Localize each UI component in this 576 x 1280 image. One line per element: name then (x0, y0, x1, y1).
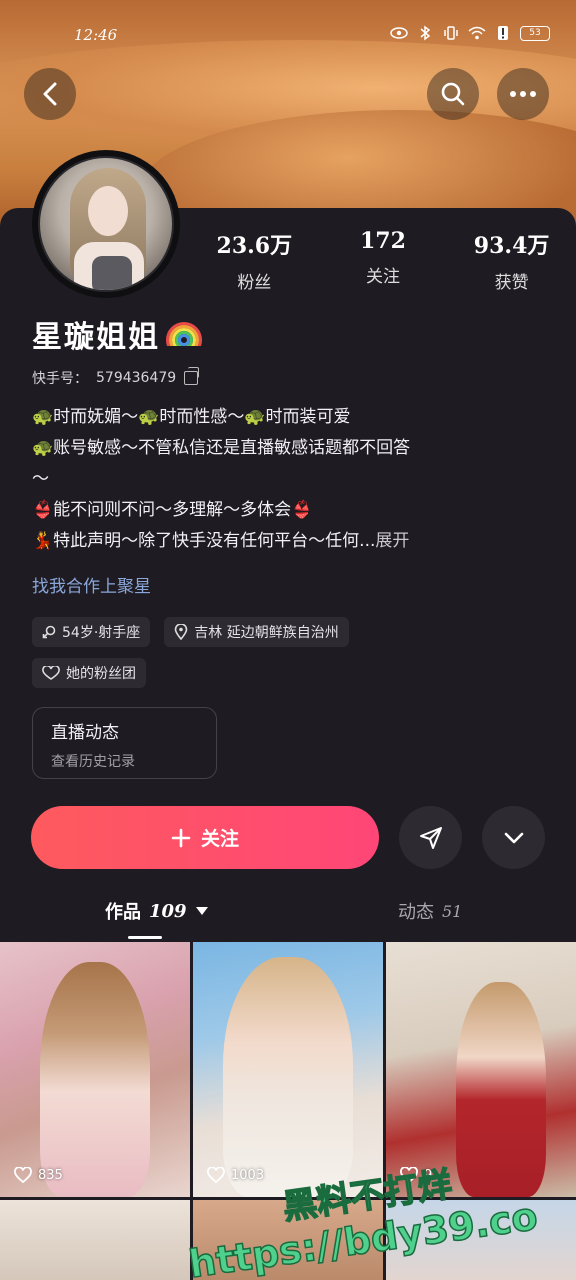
copy-icon[interactable] (184, 367, 200, 385)
eye-icon (390, 24, 408, 42)
live-history-card[interactable]: 直播动态 查看历史记录 (32, 707, 217, 779)
bio-line-last: 💃特此声明～除了快手没有任何平台～任何...展开 (32, 526, 552, 557)
bio-line: 🐢账号敏感～不管私信还是直播敏感话题都不回答 (32, 438, 411, 458)
vibrate-icon (442, 24, 460, 42)
search-icon (441, 82, 465, 106)
bio-line: 🐢时而妩媚～🐢时而性感～🐢时而装可爱 (32, 407, 351, 427)
profile-stats: 23.6万 粉丝 172 关注 93.4万 获赞 (190, 228, 576, 293)
battery-level: 53 (529, 28, 541, 38)
stat-value: 23.6万 (216, 233, 293, 259)
rainbow-icon (166, 322, 202, 346)
tab-label: 动态 (398, 902, 434, 923)
status-bar: 12:46 53 (0, 22, 576, 50)
follow-label: 关注 (200, 828, 239, 850)
tag-fan-club[interactable]: 她的粉丝团 (32, 658, 146, 688)
kuaishou-id-value: 579436479 (96, 370, 177, 386)
stat-value: 172 (359, 228, 406, 254)
like-count-value: 1003 (231, 1167, 265, 1183)
tab-label: 作品 (105, 902, 141, 923)
tab-count: 51 (442, 901, 463, 921)
tag-text: 吉林 延边朝鲜族自治州 (194, 625, 339, 641)
chevron-left-icon (43, 82, 57, 106)
content-tabs: 作品 109 动态 51 (0, 898, 576, 942)
more-dots-icon (510, 91, 536, 97)
collab-link[interactable]: 找我合作上聚星 (32, 572, 151, 597)
heart-badge-icon (42, 666, 60, 680)
live-card-subtitle: 查看历史记录 (51, 754, 135, 770)
tag-row: 她的粉丝团 (32, 658, 146, 688)
tag-age-zodiac[interactable]: 54岁·射手座 (32, 617, 151, 647)
heart-icon (14, 1167, 32, 1183)
post-image (223, 957, 353, 1197)
bio-line: 👙能不问则不问～多理解～多体会👙 (32, 500, 313, 520)
alert-icon (494, 24, 512, 42)
stat-label: 粉丝 (237, 273, 272, 293)
bio-line: 💃特此声明～除了快手没有任何平台～任何... (32, 531, 376, 551)
avatar-frame[interactable] (32, 150, 180, 298)
search-button[interactable] (427, 68, 479, 120)
kuaishou-id: 快手号： 579436479 (32, 367, 200, 388)
tab-dynamics[interactable]: 动态 51 (398, 898, 462, 924)
profile-bio[interactable]: 🐢时而妩媚～🐢时而性感～🐢时而装可爱 🐢账号敏感～不管私信还是直播敏感话题都不回… (32, 402, 552, 557)
tab-works[interactable]: 作品 109 (105, 898, 209, 924)
stat-likes[interactable]: 93.4万 获赞 (447, 228, 576, 293)
tag-text: 54岁·射手座 (62, 625, 141, 641)
more-options-button[interactable] (497, 68, 549, 120)
live-card-title: 直播动态 (51, 723, 119, 743)
post-thumbnail[interactable]: 835 (0, 942, 190, 1197)
send-icon (419, 826, 442, 849)
dropdown-button[interactable] (482, 806, 545, 869)
caret-down-icon (195, 907, 208, 915)
bluetooth-icon (416, 24, 434, 42)
kuaishou-id-label: 快手号： (32, 371, 88, 387)
active-tab-indicator (128, 936, 162, 939)
like-count: 1003 (207, 1167, 264, 1183)
gender-icon (42, 625, 56, 639)
post-image (40, 962, 150, 1197)
post-thumbnail[interactable] (0, 1200, 190, 1280)
location-pin-icon (174, 624, 188, 640)
expand-bio-link[interactable]: 展开 (375, 531, 409, 551)
tag-text: 她的粉丝团 (66, 666, 136, 682)
status-time: 12:46 (74, 26, 118, 44)
plus-icon (171, 828, 191, 847)
bio-line: ～ (32, 469, 49, 489)
like-count-value: 835 (38, 1167, 63, 1183)
stat-fans[interactable]: 23.6万 粉丝 (190, 228, 319, 293)
profile-name-text: 星璇姐姐 (32, 320, 160, 355)
wifi-icon (468, 24, 486, 42)
heart-icon (207, 1167, 225, 1183)
tag-row: 54岁·射手座 吉林 延边朝鲜族自治州 (32, 617, 349, 647)
stat-label: 获赞 (494, 273, 529, 293)
like-count: 835 (14, 1167, 63, 1183)
chevron-down-icon (504, 832, 523, 843)
stat-label: 关注 (365, 267, 400, 287)
share-button[interactable] (399, 806, 462, 869)
profile-name: 星璇姐姐 (32, 312, 202, 356)
battery-icon: 53 (520, 25, 550, 41)
stat-following[interactable]: 172 关注 (319, 228, 448, 293)
tab-count: 109 (149, 900, 187, 922)
tag-location[interactable]: 吉林 延边朝鲜族自治州 (164, 617, 349, 647)
stat-value: 93.4万 (473, 233, 550, 259)
back-button[interactable] (24, 68, 76, 120)
follow-button[interactable]: 关注 (31, 806, 379, 869)
post-thumbnail[interactable]: 1003 (193, 942, 383, 1197)
avatar (38, 156, 174, 292)
